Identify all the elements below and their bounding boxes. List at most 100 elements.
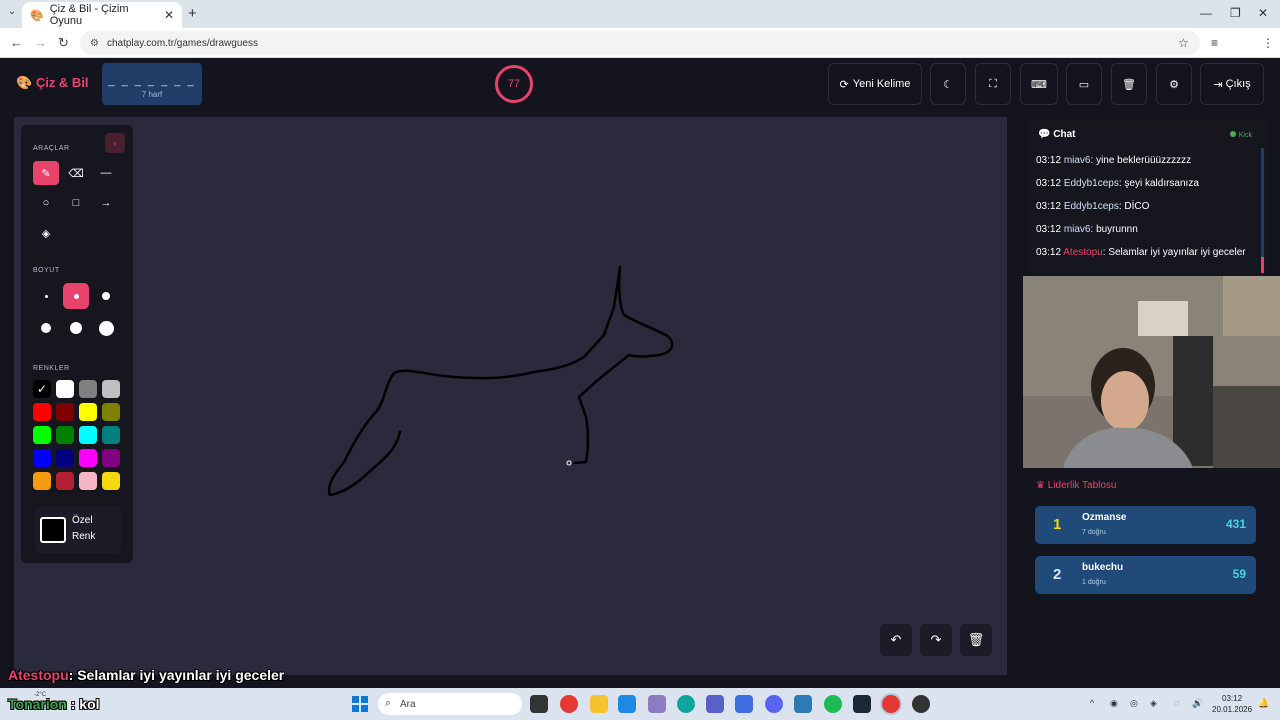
taskbar-search[interactable]: ⌕ Ara — [378, 693, 522, 715]
menu-icon[interactable]: ⋮ — [1262, 36, 1274, 50]
arrow-tool[interactable]: → — [93, 191, 119, 215]
steam-icon[interactable] — [853, 695, 871, 713]
tray-network-icon[interactable]: ◈ — [1150, 698, 1157, 709]
color-swatch[interactable] — [56, 472, 74, 490]
edge-icon[interactable] — [677, 695, 695, 713]
color-swatch[interactable] — [56, 449, 74, 467]
back-icon[interactable]: ← — [10, 35, 23, 50]
browser-tab[interactable]: 🎨 Çiz & Bil - Çizim Oyunu ✕ — [22, 2, 182, 28]
drawing-canvas[interactable] — [14, 117, 1007, 675]
webcam-image — [1023, 276, 1280, 468]
teams-icon[interactable] — [706, 695, 724, 713]
eraser-tool[interactable]: ⌫ — [63, 161, 89, 185]
size-1[interactable] — [33, 283, 59, 309]
task-view-icon[interactable] — [530, 695, 548, 713]
palette-icon: 🎨 — [30, 9, 44, 22]
word-hint-box: _ _ _ _ _ _ _ 7 harf — [102, 63, 202, 105]
color-swatch[interactable] — [102, 449, 120, 467]
message-user: Eddyb1ceps — [1063, 178, 1119, 189]
tab-search-icon[interactable]: ⌄ — [4, 6, 20, 22]
color-swatch[interactable] — [79, 380, 97, 398]
custom-color-button[interactable]: Özel Renk — [35, 507, 121, 553]
stream-chat-overlay-2: Tonarion : kol — [8, 696, 100, 712]
tab-title: Çiz & Bil - Çizim Oyunu — [49, 3, 129, 27]
copilot-icon[interactable] — [648, 695, 666, 713]
color-swatch[interactable] — [79, 472, 97, 490]
url-field[interactable]: ⚙ chatplay.com.tr/games/drawguess — [80, 31, 1200, 55]
monitor-app-icon[interactable] — [794, 695, 812, 713]
chat-scrollbar[interactable] — [1261, 148, 1264, 273]
color-swatch[interactable] — [33, 426, 51, 444]
media-controls-icon[interactable]: ≡ — [1211, 36, 1218, 50]
new-tab-icon[interactable]: + — [188, 5, 197, 22]
keyboard-button[interactable]: ⌨ — [1020, 63, 1058, 105]
color-swatch[interactable] — [79, 403, 97, 421]
clear-canvas-button[interactable]: 🗑 — [960, 624, 992, 656]
close-tab-icon[interactable]: ✕ — [164, 8, 174, 22]
clock-time: 03:12 — [1222, 694, 1243, 703]
trash-button[interactable]: 🗑 — [1111, 63, 1147, 105]
chrome-active-icon[interactable] — [882, 695, 900, 713]
size-2[interactable] — [63, 283, 89, 309]
store-icon[interactable] — [618, 695, 636, 713]
obs-icon[interactable] — [912, 695, 930, 713]
color-swatch[interactable] — [79, 426, 97, 444]
chrome-icon[interactable] — [560, 695, 578, 713]
color-swatch[interactable] — [33, 403, 51, 421]
weather-widget[interactable]: -2°C — [34, 692, 46, 698]
line-tool[interactable]: — — [93, 161, 119, 185]
minimize-icon[interactable]: — — [1200, 6, 1212, 20]
archive-button[interactable]: ▭ — [1066, 63, 1102, 105]
color-swatch[interactable] — [102, 426, 120, 444]
exit-button[interactable]: ⇥ Çıkış — [1200, 63, 1264, 105]
windows-start-icon[interactable] — [352, 696, 368, 712]
size-dot — [41, 323, 51, 333]
dark-mode-button[interactable]: ☾ — [930, 63, 966, 105]
wifi-icon[interactable]: ◌ — [1174, 698, 1179, 708]
online-dot — [1229, 131, 1236, 137]
undo-button[interactable]: ↶ — [880, 624, 912, 656]
scroll-thumb[interactable] — [1261, 257, 1264, 273]
size-6[interactable] — [93, 315, 119, 341]
tray-chevron-icon[interactable]: ^ — [1090, 698, 1094, 708]
fullscreen-button[interactable]: ⛶ — [975, 63, 1011, 105]
settings-button[interactable]: ⚙ — [1156, 63, 1192, 105]
color-swatch[interactable] — [33, 449, 51, 467]
color-swatch[interactable] — [102, 472, 120, 490]
volume-icon[interactable]: 🔊 — [1192, 698, 1203, 709]
tray-app-icon[interactable]: ◉ — [1110, 698, 1118, 709]
rectangle-tool[interactable]: □ — [63, 191, 89, 215]
spotify-icon[interactable] — [824, 695, 842, 713]
color-swatch[interactable] — [79, 449, 97, 467]
maximize-icon[interactable]: ❐ — [1230, 6, 1241, 20]
color-swatch[interactable] — [102, 403, 120, 421]
reload-icon[interactable]: ↻ — [58, 35, 69, 51]
message-time: 03:12 — [1036, 224, 1062, 235]
close-window-icon[interactable]: ✕ — [1258, 6, 1268, 20]
bookmark-star-icon[interactable]: ☆ — [1178, 36, 1189, 50]
site-info-icon[interactable]: ⚙ — [90, 38, 99, 49]
redo-button[interactable]: ↷ — [920, 624, 952, 656]
color-swatch[interactable] — [33, 472, 51, 490]
clock[interactable]: 03:12 20.01.2026 — [1212, 693, 1252, 715]
size-4[interactable] — [33, 315, 59, 341]
color-swatch[interactable] — [56, 403, 74, 421]
tray-steam-icon[interactable]: ◎ — [1130, 698, 1138, 709]
circle-tool[interactable]: ○ — [33, 191, 59, 215]
brush-tool[interactable]: ✎ — [33, 161, 59, 185]
color-swatch[interactable] — [102, 380, 120, 398]
forward-icon[interactable]: → — [34, 35, 47, 50]
collapse-panel-button[interactable]: ‹ — [105, 133, 125, 153]
notifications-icon[interactable]: 🔔 — [1258, 698, 1269, 709]
fill-tool[interactable]: ◈ — [33, 221, 59, 245]
color-swatch[interactable]: ✓ — [33, 380, 51, 398]
size-5[interactable] — [63, 315, 89, 341]
color-swatch[interactable] — [56, 426, 74, 444]
app-icon[interactable] — [735, 695, 753, 713]
gear-icon: ⚙ — [1169, 78, 1179, 91]
file-explorer-icon[interactable] — [590, 695, 608, 713]
size-3[interactable] — [93, 283, 119, 309]
new-word-button[interactable]: ⟳ Yeni Kelime — [828, 63, 922, 105]
color-swatch[interactable] — [56, 380, 74, 398]
discord-icon[interactable] — [765, 695, 783, 713]
